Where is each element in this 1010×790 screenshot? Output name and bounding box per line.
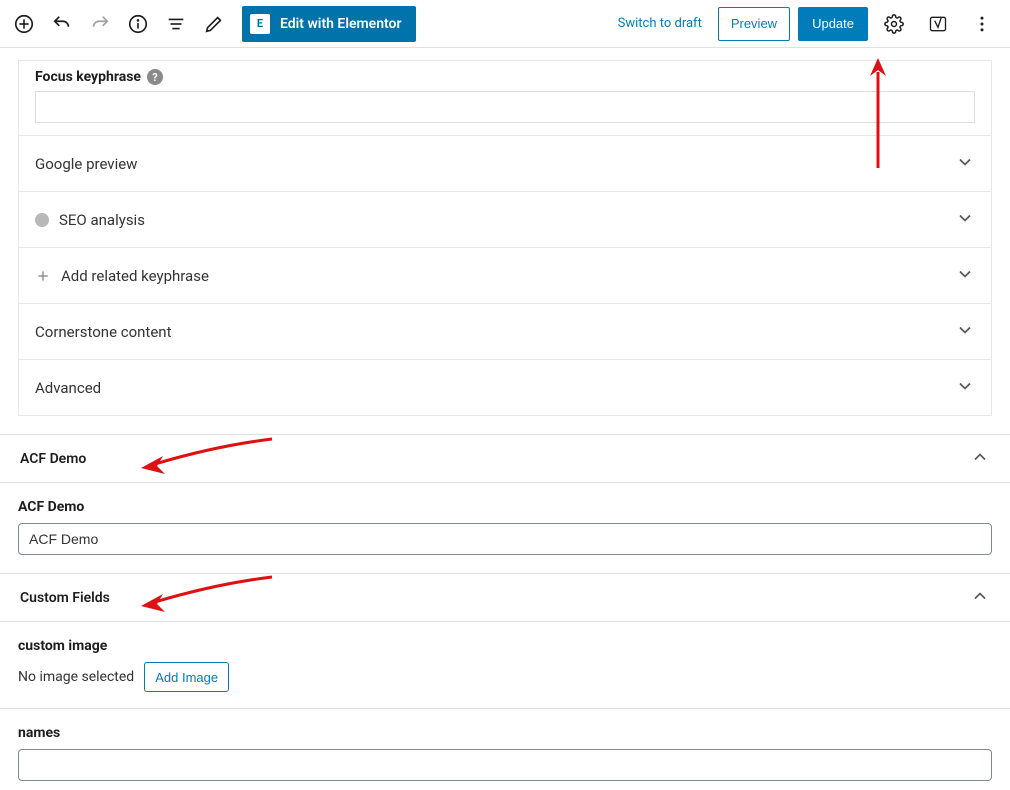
- chevron-down-icon: [955, 264, 975, 288]
- no-image-text: No image selected: [18, 669, 134, 685]
- focus-keyphrase-input[interactable]: [35, 91, 975, 123]
- advanced-label: Advanced: [35, 379, 101, 397]
- preview-button[interactable]: Preview: [718, 7, 790, 41]
- chevron-up-icon: [970, 447, 990, 471]
- elementor-label: Edit with Elementor: [280, 16, 402, 32]
- google-preview-accordion[interactable]: Google preview: [19, 135, 991, 191]
- update-label: Update: [812, 16, 854, 31]
- add-image-button[interactable]: Add Image: [144, 662, 229, 692]
- seo-analysis-accordion[interactable]: SEO analysis: [19, 191, 991, 247]
- names-label: names: [18, 723, 992, 749]
- switch-to-draft-link[interactable]: Switch to draft: [610, 16, 710, 31]
- preview-label: Preview: [731, 16, 777, 31]
- toolbar-right: Switch to draft Preview Update: [610, 6, 1000, 42]
- add-keyphrase-accordion[interactable]: Add related keyphrase: [19, 247, 991, 303]
- cornerstone-label: Cornerstone content: [35, 323, 171, 341]
- acf-demo-panel-header[interactable]: ACF Demo: [0, 435, 1010, 483]
- update-button[interactable]: Update: [798, 7, 868, 41]
- separator: [0, 708, 1010, 709]
- google-preview-label: Google preview: [35, 155, 137, 173]
- elementor-button[interactable]: E Edit with Elementor: [242, 6, 416, 42]
- chevron-down-icon: [955, 320, 975, 344]
- focus-keyphrase-label: Focus keyphrase: [35, 69, 141, 85]
- custom-fields-panel-title: Custom Fields: [20, 590, 110, 606]
- acf-demo-field-input[interactable]: [18, 523, 992, 555]
- focus-keyphrase-section: Focus keyphrase ?: [19, 61, 991, 135]
- help-icon[interactable]: ?: [147, 69, 163, 85]
- custom-fields-panel-header[interactable]: Custom Fields: [0, 574, 1010, 622]
- editor-toolbar: E Edit with Elementor Switch to draft Pr…: [0, 0, 1010, 48]
- seo-analysis-label: SEO analysis: [59, 211, 145, 229]
- info-button[interactable]: [120, 6, 156, 42]
- acf-demo-field-label: ACF Demo: [18, 497, 992, 523]
- edit-button[interactable]: [196, 6, 232, 42]
- add-keyphrase-label: Add related keyphrase: [61, 267, 209, 285]
- acf-demo-panel-body: ACF Demo: [0, 483, 1010, 573]
- yoast-seo-panel: Focus keyphrase ? Google preview SEO ana…: [18, 60, 992, 416]
- custom-image-label: custom image: [18, 636, 992, 662]
- acf-demo-panel-title: ACF Demo: [20, 451, 86, 467]
- cornerstone-accordion[interactable]: Cornerstone content: [19, 303, 991, 359]
- custom-fields-panel: Custom Fields custom image No image sele…: [0, 573, 1010, 790]
- acf-demo-panel: ACF Demo ACF Demo: [0, 434, 1010, 573]
- more-options-icon[interactable]: [964, 6, 1000, 42]
- list-view-button[interactable]: [158, 6, 194, 42]
- custom-fields-panel-body: custom image No image selected Add Image…: [0, 622, 1010, 790]
- seo-status-dot: [35, 213, 49, 227]
- add-image-label: Add Image: [155, 670, 218, 685]
- elementor-icon: E: [250, 14, 270, 34]
- chevron-down-icon: [955, 208, 975, 232]
- add-block-button[interactable]: [6, 6, 42, 42]
- chevron-down-icon: [955, 376, 975, 400]
- yoast-icon[interactable]: [920, 6, 956, 42]
- redo-button[interactable]: [82, 6, 118, 42]
- plus-icon: [35, 268, 51, 284]
- toolbar-left: E Edit with Elementor: [6, 6, 416, 42]
- names-input[interactable]: [18, 749, 992, 781]
- chevron-up-icon: [970, 586, 990, 610]
- settings-icon[interactable]: [876, 6, 912, 42]
- chevron-down-icon: [955, 152, 975, 176]
- undo-button[interactable]: [44, 6, 80, 42]
- advanced-accordion[interactable]: Advanced: [19, 359, 991, 415]
